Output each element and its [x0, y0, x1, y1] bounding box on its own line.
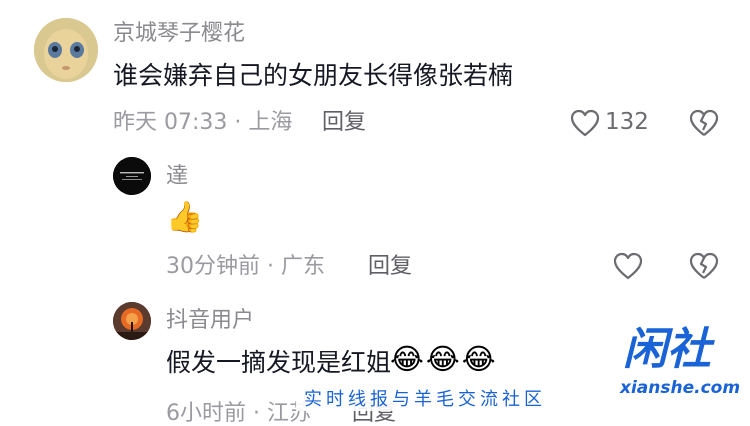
watermark-caption: 实时线报与羊毛交流社区 — [304, 389, 546, 410]
reply-button[interactable]: 回复 — [368, 256, 412, 278]
reply-button[interactable]: 回复 — [322, 112, 366, 134]
avatar-image — [34, 18, 98, 82]
comment-timestamp: 6小时前 · 江苏 — [166, 401, 311, 426]
watermark-logo: 闲社 — [623, 324, 711, 375]
comment-text: 假发一摘发现是红姐 — [166, 348, 392, 377]
watermark-url: xianshe.com — [620, 378, 741, 398]
comment-emoji: 😂😂😂 — [390, 342, 498, 376]
comment-emoji: 👍 — [166, 200, 204, 235]
avatar[interactable] — [113, 302, 151, 340]
comment-text: 谁会嫌弃自己的女朋友长得像张若楠 — [113, 61, 514, 90]
avatar[interactable] — [34, 18, 98, 82]
heart-outline-icon[interactable] — [570, 109, 600, 137]
like-count: 132 — [605, 109, 649, 135]
comment-username[interactable]: 京城琴子樱花 — [113, 23, 245, 45]
avatar-image — [113, 302, 151, 340]
comment-timestamp: 30分钟前 · 广东 — [166, 254, 325, 279]
broken-heart-icon[interactable] — [689, 109, 719, 137]
comment-username[interactable]: 抖音用户 — [166, 310, 254, 332]
avatar[interactable] — [113, 157, 151, 195]
comment-username[interactable]: 達 — [166, 166, 188, 188]
heart-outline-icon[interactable] — [613, 252, 643, 280]
broken-heart-icon[interactable] — [689, 252, 719, 280]
comment-timestamp: 昨天 07:33 · 上海 — [113, 110, 293, 135]
avatar-image — [113, 157, 151, 195]
